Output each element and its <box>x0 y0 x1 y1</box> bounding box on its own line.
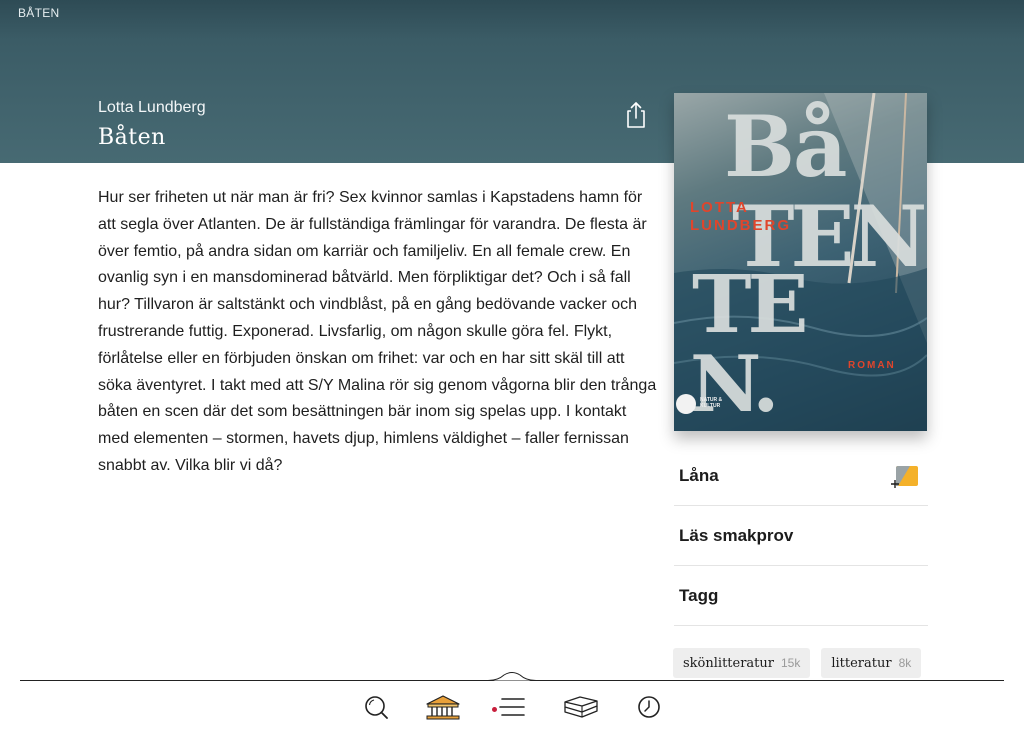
book-title: Båten <box>98 125 166 150</box>
publisher-name: NATUR & KULTUR <box>700 397 723 409</box>
tag-chip[interactable]: litteratur 8k <box>821 648 922 678</box>
book-cover[interactable]: Bå TEN TE N. LOTTA LUNDBERG ROMAN NATUR … <box>674 93 927 431</box>
cover-genre: ROMAN <box>848 360 896 371</box>
loan-label: Låna <box>679 465 719 485</box>
publisher-mark: NATUR & KULTUR <box>676 394 736 414</box>
tags-heading-label: Tagg <box>679 585 719 605</box>
read-sample-button[interactable]: Läs smakprov <box>674 506 928 566</box>
status-bar-title: BÅTEN <box>18 6 60 20</box>
action-list: Låna Läs smakprov Tagg <box>674 446 928 626</box>
tag-chip[interactable]: skönlitteratur 15k <box>673 648 811 678</box>
loan-button[interactable]: Låna <box>674 446 928 506</box>
tab-history[interactable] <box>632 693 666 723</box>
history-clock-icon <box>638 696 660 718</box>
read-sample-label: Läs smakprov <box>679 525 794 545</box>
tab-library[interactable] <box>424 693 460 723</box>
tags-heading: Tagg <box>674 566 928 626</box>
share-button[interactable] <box>624 101 648 129</box>
cover-author-line: LOTTA <box>690 199 749 216</box>
menu-icon <box>499 698 525 716</box>
cover-author-line: LUNDBERG <box>690 217 791 234</box>
cover-title-letters: Bå <box>724 97 847 196</box>
cover-title-letters: TE <box>692 257 808 351</box>
cover-title-letters: N. <box>690 339 779 430</box>
add-to-shelf-icon <box>891 466 918 488</box>
tab-menu[interactable] <box>492 693 526 723</box>
books-icon <box>564 696 598 718</box>
notification-dot <box>492 707 497 712</box>
library-icon <box>426 695 460 720</box>
tab-books[interactable] <box>562 693 598 723</box>
publisher-logo-icon <box>676 394 696 414</box>
tag-name: litteratur <box>831 655 892 671</box>
tag-list: skönlitteratur 15k litteratur 8k <box>673 648 922 678</box>
search-icon <box>365 696 388 719</box>
book-description: Hur ser friheten ut när man är fri? Sex … <box>98 189 657 474</box>
share-icon <box>627 102 645 128</box>
tab-bar <box>0 681 1024 744</box>
tab-search[interactable] <box>360 693 394 723</box>
tag-name: skönlitteratur <box>683 655 774 671</box>
tag-count: 8k <box>898 656 912 670</box>
book-author[interactable]: Lotta Lundberg <box>98 99 206 117</box>
tag-count: 15k <box>780 656 801 670</box>
